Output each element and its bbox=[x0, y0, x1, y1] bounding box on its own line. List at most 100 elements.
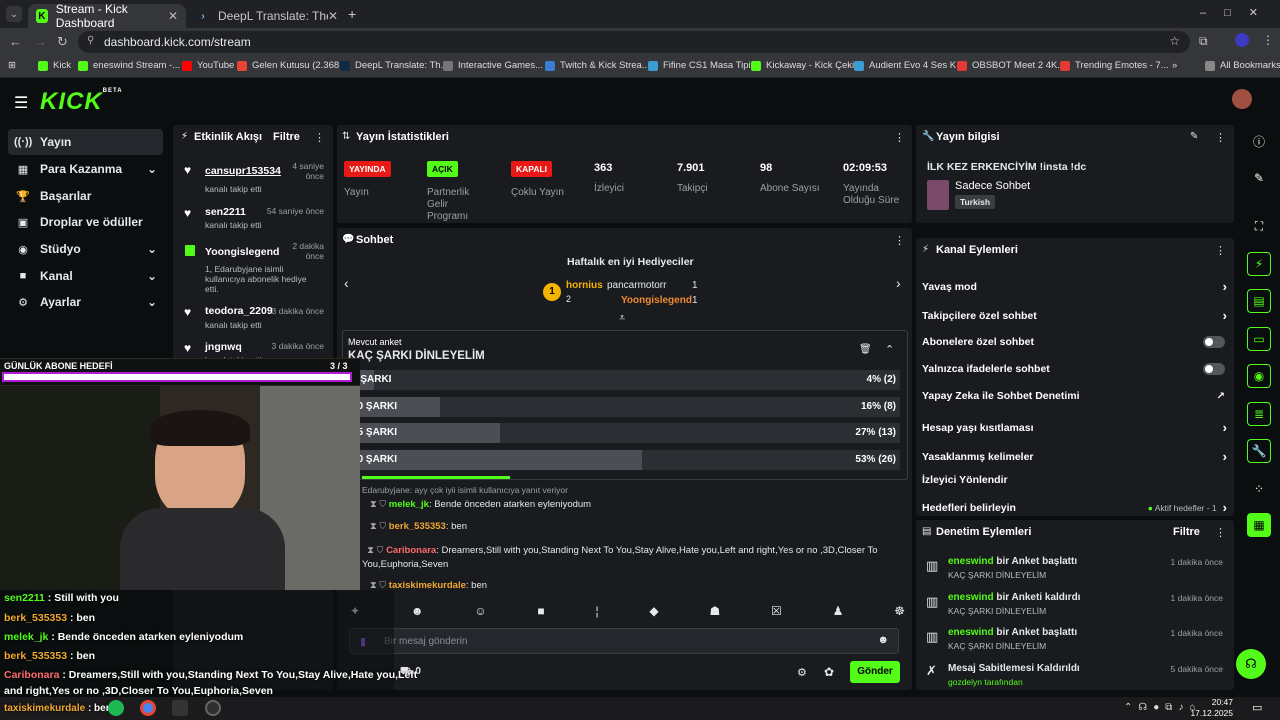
emote-icon[interactable]: ☗ bbox=[709, 604, 720, 622]
bookmark-item[interactable]: Fifine CS1 Masa Tipi... bbox=[648, 60, 759, 71]
close-icon[interactable]: ✕ bbox=[168, 9, 178, 23]
chat-input[interactable]: ▮ Bir mesaj gönderin ☻ bbox=[349, 628, 899, 654]
more-icon[interactable]: ⋮ bbox=[1215, 244, 1226, 257]
emote-bar[interactable]: ✦☻☺■¦◆☗☒♟☸ bbox=[350, 604, 905, 622]
poll-option[interactable]: 10 ŞARKI 16% (8) bbox=[352, 397, 900, 417]
clapper-icon[interactable]: ▦ bbox=[1247, 513, 1271, 537]
list-icon[interactable]: ≣ bbox=[1247, 402, 1271, 426]
bookmark-item[interactable]: OBSBOT Meet 2 4K... bbox=[957, 60, 1065, 71]
poll-option[interactable]: 15 ŞARKI 27% (13) bbox=[352, 423, 900, 443]
apps-icon[interactable]: ⊞ bbox=[8, 60, 16, 71]
more-icon[interactable]: ⋮ bbox=[894, 234, 905, 247]
mod-filter-button[interactable]: Filtre bbox=[1173, 526, 1200, 538]
more-icon[interactable]: ⋮ bbox=[1215, 131, 1226, 144]
feed-item-user[interactable]: teodora_2209 bbox=[205, 305, 273, 317]
bookmark-item[interactable]: Twitch & Kick Strea... bbox=[545, 60, 650, 71]
more-icon[interactable]: ⋮ bbox=[1215, 526, 1226, 539]
emote-icon[interactable]: ☒ bbox=[771, 604, 782, 622]
apps-icon[interactable]: ⁘ bbox=[1247, 477, 1271, 501]
chevron-up-icon[interactable]: ⌃ bbox=[885, 343, 894, 356]
send-button[interactable]: Gönder bbox=[850, 661, 900, 683]
slow-mode-item[interactable]: Yavaş mod › bbox=[922, 279, 1227, 294]
edit-icon[interactable]: ✎ bbox=[1247, 166, 1271, 190]
emote-icon[interactable]: ☺ bbox=[474, 604, 486, 622]
emote-icon[interactable]: ♟ bbox=[833, 604, 844, 622]
sidebar-item-para-kazanma[interactable]: ▦ Para Kazanma ⌄ bbox=[8, 156, 163, 182]
back-icon[interactable]: ← bbox=[9, 34, 22, 49]
bookmark-item[interactable]: Interactive Games... bbox=[443, 60, 543, 71]
forward-icon[interactable]: → bbox=[34, 34, 47, 49]
feed-item-user[interactable]: cansupr153534 bbox=[205, 165, 281, 177]
sidebar-item-yayin[interactable]: ((·)) Yayın bbox=[8, 129, 163, 155]
user-avatar[interactable] bbox=[1232, 89, 1252, 109]
tab-search-icon[interactable]: ⌄ bbox=[6, 6, 22, 22]
gift-icon[interactable]: ✿ bbox=[824, 665, 834, 679]
emoji-icon[interactable]: ☻ bbox=[877, 634, 889, 646]
bookmark-item[interactable]: DeepL Translate: Th... bbox=[340, 60, 448, 71]
feed-item-user[interactable]: Yoongislegend bbox=[205, 246, 279, 258]
hamburger-icon[interactable]: ☰ bbox=[14, 93, 28, 113]
notification-icon[interactable]: ▭ bbox=[1252, 701, 1262, 714]
goals-item[interactable]: Hedefleri belirleyin ● Aktif hedefler - 1… bbox=[922, 500, 1227, 515]
bookmark-item[interactable]: Trending Emotes - 7... bbox=[1060, 60, 1169, 71]
site-info-icon[interactable]: ⚲ bbox=[87, 35, 94, 46]
extensions-icon[interactable]: ⧉ bbox=[1199, 34, 1208, 49]
wrench-icon[interactable]: 🔧 bbox=[1247, 439, 1271, 463]
sidebar-item-kanal[interactable]: ■ Kanal ⌄ bbox=[8, 263, 163, 289]
app-taskbar-icon[interactable] bbox=[172, 700, 188, 716]
capture-icon[interactable]: ⛶ bbox=[1247, 214, 1271, 238]
emote-icon[interactable]: ¦ bbox=[595, 604, 598, 622]
profile-avatar[interactable] bbox=[1235, 33, 1249, 47]
support-icon[interactable]: ☊ bbox=[1236, 649, 1266, 679]
bookmark-item[interactable]: Kickaway - Kick Çeki... bbox=[751, 60, 862, 71]
menu-icon[interactable]: ⋮ bbox=[1262, 33, 1274, 47]
obs-taskbar-icon[interactable] bbox=[205, 700, 221, 716]
chevron-left-icon[interactable]: ‹ bbox=[344, 275, 349, 291]
reload-icon[interactable]: ↻ bbox=[57, 34, 68, 50]
sidebar-item-ayarlar[interactable]: ⚙ Ayarlar ⌄ bbox=[8, 289, 163, 315]
info-icon[interactable]: ⓘ bbox=[1247, 129, 1271, 153]
spotify-taskbar-icon[interactable] bbox=[108, 700, 124, 716]
trash-icon[interactable]: 🗑 bbox=[859, 344, 872, 355]
bookmark-item[interactable]: YouTube bbox=[182, 60, 234, 71]
all-bookmarks[interactable]: All Bookmarks bbox=[1205, 60, 1280, 71]
bookmark-star-icon[interactable]: ☆ bbox=[1169, 34, 1180, 48]
new-tab-icon[interactable]: + bbox=[348, 6, 356, 22]
tab-deepl[interactable]: › DeepL Translate: The world's m ✕ bbox=[188, 4, 346, 28]
category-name[interactable]: Sadece Sohbet bbox=[955, 180, 1030, 192]
close-icon[interactable]: ✕ bbox=[328, 9, 338, 23]
more-icon[interactable]: ⋮ bbox=[894, 131, 905, 144]
feed-item-user[interactable]: jngnwq bbox=[205, 341, 242, 353]
emote-icon[interactable]: ◆ bbox=[649, 604, 658, 622]
poll-option[interactable]: 5 ŞARKI 4% (2) bbox=[352, 370, 900, 390]
bookmark-item[interactable]: Audient Evo 4 Ses K... bbox=[854, 60, 964, 71]
ai-moderation-item[interactable]: Yapay Zeka ile Sohbet Denetimi ↗ bbox=[922, 390, 1227, 402]
url-bar[interactable]: ⚲ dashboard.kick.com/stream ☆ bbox=[78, 31, 1190, 53]
chat-bubble-icon[interactable]: ▭ bbox=[1247, 327, 1271, 351]
account-age-item[interactable]: Hesap yaşı kısıtlaması › bbox=[922, 420, 1227, 435]
raid-item[interactable]: İzleyici Yönlendir bbox=[922, 474, 1227, 486]
bookmark-item[interactable]: eneswind Stream -... bbox=[78, 60, 180, 71]
settings-icon[interactable]: ⚙ bbox=[797, 666, 807, 679]
more-icon[interactable]: ⋮ bbox=[314, 131, 325, 144]
emote-only-toggle[interactable] bbox=[1203, 363, 1225, 375]
emote-icon[interactable]: ■ bbox=[537, 604, 544, 622]
more-bookmarks-icon[interactable]: » bbox=[1172, 60, 1177, 71]
collapse-icon[interactable]: ⩡ bbox=[619, 312, 625, 325]
bookmark-item[interactable]: Kick bbox=[38, 60, 71, 71]
notes-icon[interactable]: ▤ bbox=[1247, 289, 1271, 313]
emote-icon[interactable]: ☸ bbox=[894, 604, 905, 622]
kick-logo[interactable]: KICKBETA bbox=[40, 88, 123, 116]
tab-kick-dashboard[interactable]: K Stream - Kick Dashboard ✕ bbox=[28, 2, 186, 30]
chevron-right-icon[interactable]: › bbox=[896, 275, 901, 291]
category-thumbnail[interactable] bbox=[927, 180, 949, 210]
poll-option[interactable]: 20 ŞARKI 53% (26) bbox=[352, 450, 900, 470]
chrome-taskbar-icon[interactable] bbox=[140, 700, 156, 716]
lightning-icon[interactable]: ⚡ bbox=[1247, 252, 1271, 276]
sidebar-item-droplar[interactable]: ▣ Droplar ve ödüller bbox=[8, 209, 163, 235]
subscribers-only-toggle[interactable] bbox=[1203, 336, 1225, 348]
sidebar-item-studyo[interactable]: ◉ Stüdyo ⌄ bbox=[8, 236, 163, 262]
followers-only-item[interactable]: Takipçilere özel sohbet › bbox=[922, 308, 1227, 323]
feed-item-user[interactable]: sen2211 bbox=[205, 206, 246, 218]
broadcast-icon[interactable]: ◉ bbox=[1247, 364, 1271, 388]
